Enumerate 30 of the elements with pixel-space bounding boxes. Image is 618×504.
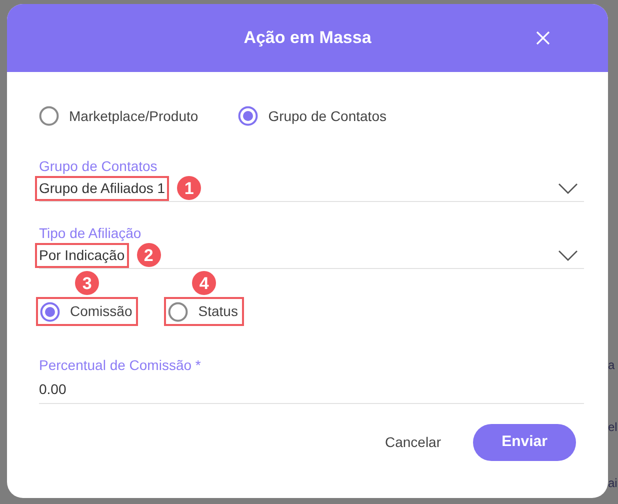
close-button[interactable] — [535, 30, 551, 46]
radio-label[interactable]: Grupo de Contatos — [268, 106, 386, 126]
chevron-down-icon[interactable] — [558, 182, 578, 194]
background-text: el — [608, 419, 618, 436]
radio-option[interactable]: Comissão — [36, 297, 138, 326]
field-label: Percentual de Comissão * — [39, 356, 202, 374]
selected-value: Grupo de Afiliados 1 — [35, 176, 170, 200]
dialog-title: Ação em Massa — [244, 27, 372, 50]
radio-selected-icon[interactable] — [40, 302, 60, 322]
background-text: a — [608, 357, 615, 374]
chevron-down-icon[interactable] — [558, 250, 578, 260]
callout-number: 1 — [177, 176, 202, 200]
callout-number: 4 — [192, 271, 216, 295]
select-field[interactable]: Grupo de Afiliados 1 1 — [39, 175, 584, 202]
input-field[interactable]: 0.00 — [39, 374, 584, 404]
select-field[interactable]: Por Indicação 2 — [39, 242, 584, 269]
radio-icon[interactable] — [168, 302, 188, 322]
callout-number: 2 — [136, 243, 161, 267]
field-label: Grupo de Contatos — [39, 157, 158, 175]
radio-selected-icon[interactable] — [238, 106, 258, 126]
submit-button[interactable]: Enviar — [473, 424, 576, 461]
callout-number: 3 — [75, 271, 100, 295]
radio-option[interactable]: Status — [164, 297, 244, 326]
radio-label[interactable]: Marketplace/Produto — [69, 106, 198, 126]
cancel-button[interactable]: Cancelar — [384, 432, 441, 453]
close-icon — [536, 31, 550, 45]
field-label: Tipo de Afiliação — [39, 224, 142, 242]
selected-value: Por Indicação — [35, 242, 129, 268]
background-text: ai — [608, 475, 618, 492]
radio-icon[interactable] — [39, 106, 59, 126]
